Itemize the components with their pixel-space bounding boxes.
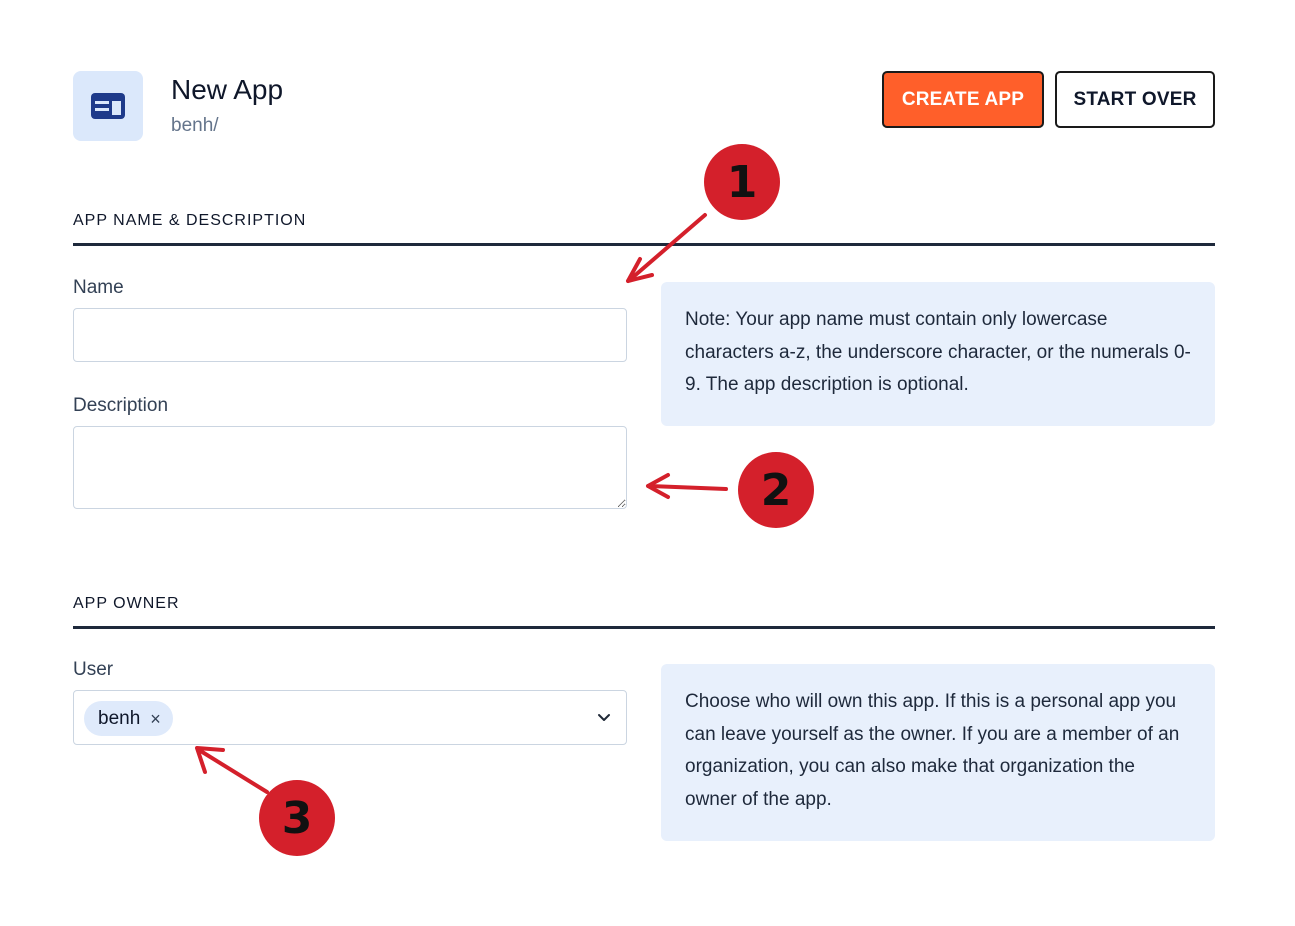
app-window-icon [91,93,125,119]
section-divider [73,626,1215,629]
user-chip-label: benh [98,707,141,729]
description-textarea[interactable] [73,426,627,509]
annotation-3-number: 3 [282,793,313,844]
page-subtitle: benh/ [171,115,219,136]
section-heading-name-description: APP NAME & DESCRIPTION [73,212,307,229]
owner-note-text: Choose who will own this app. If this is… [685,691,1180,810]
user-label: User [73,659,114,680]
description-label: Description [73,395,169,416]
start-over-button[interactable]: START OVER [1055,71,1215,128]
owner-note-box: Choose who will own this app. If this is… [661,664,1215,841]
annotation-2-number: 2 [761,465,792,516]
name-label: Name [73,277,124,298]
section-heading-app-owner: APP OWNER [73,595,180,612]
app-icon-tile [73,71,143,141]
user-select[interactable]: benh × [73,690,627,745]
chevron-down-icon[interactable] [596,709,612,725]
annotation-2-callout: 2 [646,452,814,528]
page-title: New App [171,74,284,105]
create-app-button[interactable]: CREATE APP [882,71,1044,128]
user-chip: benh × [84,701,173,736]
name-note-text: Note: Your app name must contain only lo… [685,309,1191,395]
annotation-1-number: 1 [727,157,758,208]
annotation-1-callout: 1 [626,144,780,283]
annotation-3-callout: 3 [195,746,335,856]
name-note-box: Note: Your app name must contain only lo… [661,282,1215,426]
name-input[interactable] [73,308,627,362]
close-icon[interactable]: × [150,710,161,728]
